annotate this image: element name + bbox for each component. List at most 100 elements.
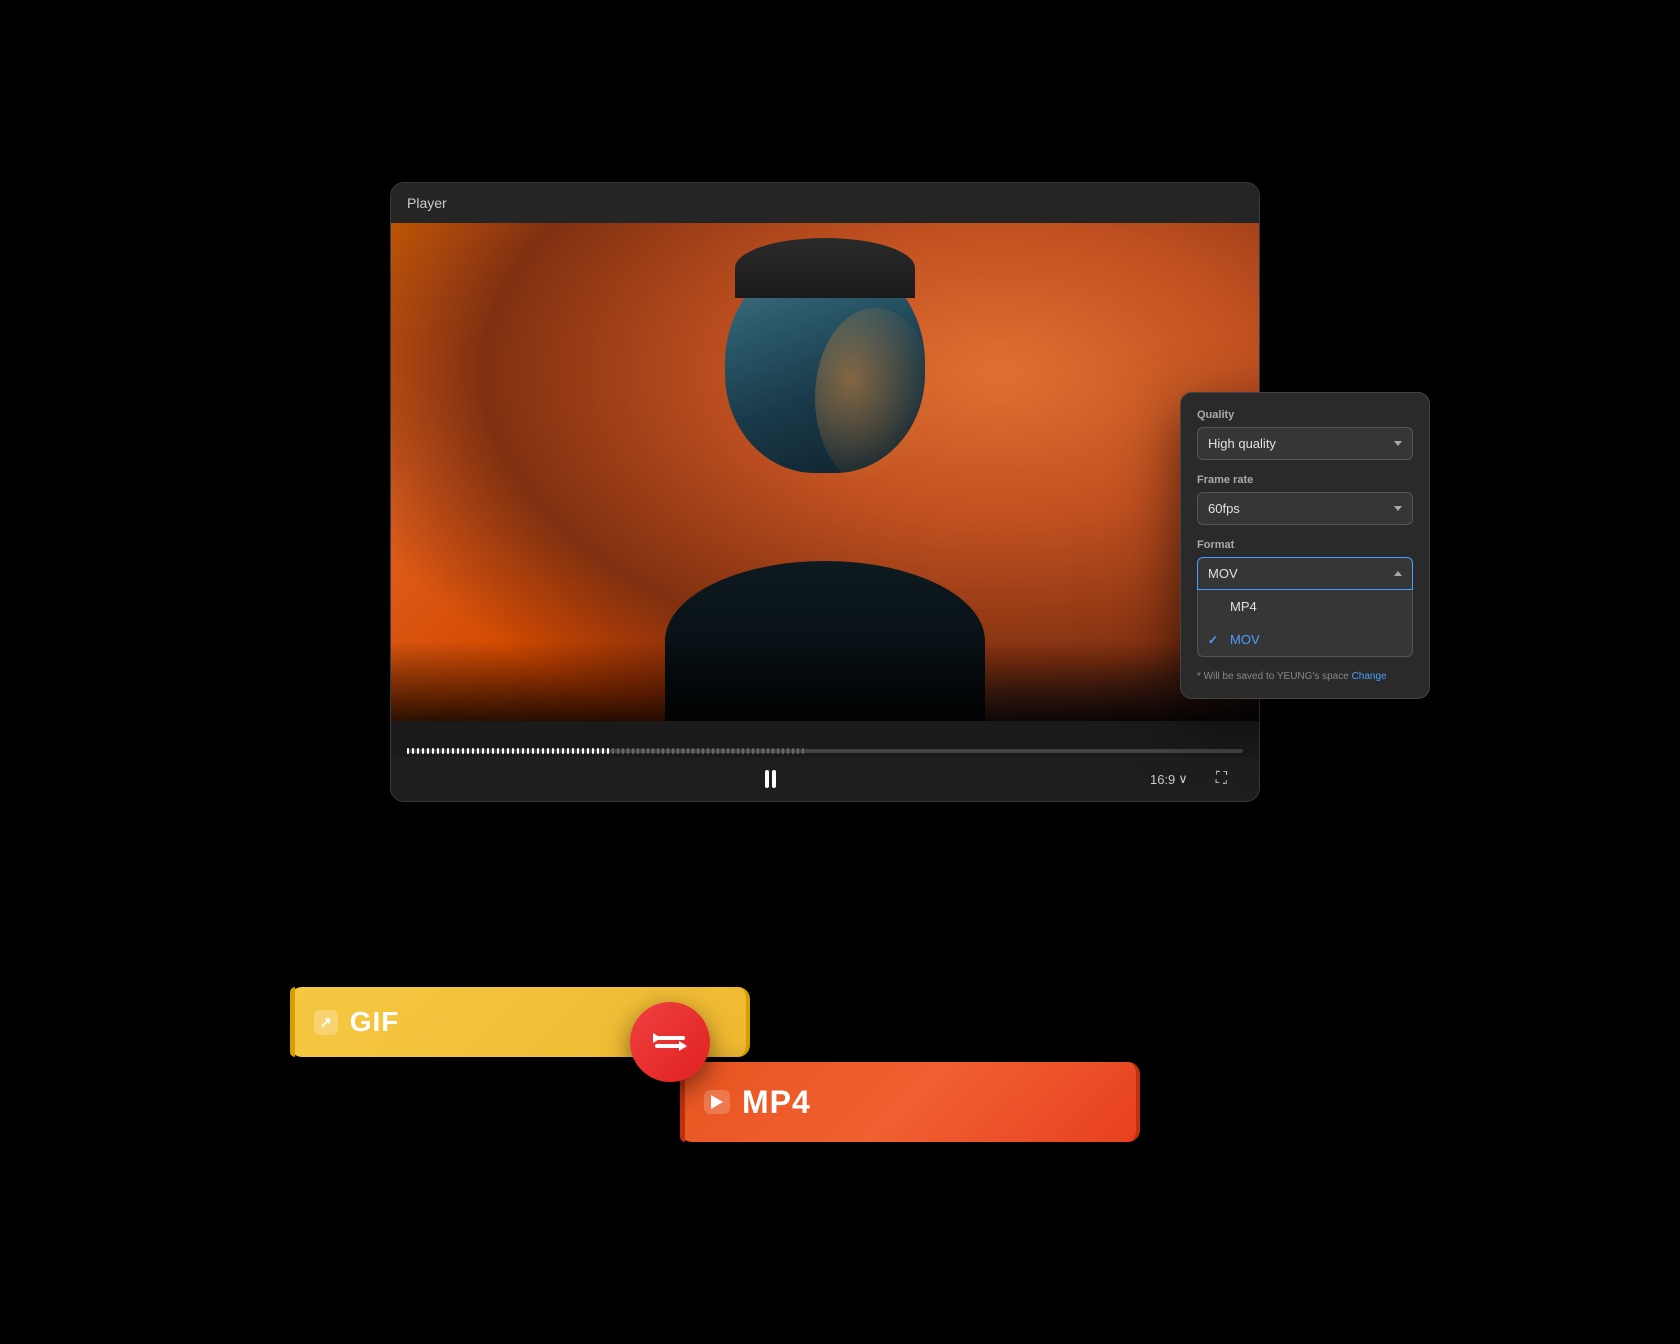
frame-rate-value: 60fps: [1208, 501, 1240, 516]
timeline-tick: [802, 748, 804, 754]
convert-button[interactable]: [630, 1002, 710, 1082]
timeline-tick: [422, 748, 424, 754]
mp4-play-icon: [711, 1095, 723, 1109]
quality-dropdown[interactable]: High quality: [1197, 427, 1413, 460]
save-notice: * Will be saved to YEUNG's space Change: [1197, 671, 1413, 682]
frame-rate-dropdown[interactable]: 60fps: [1197, 492, 1413, 525]
timeline-tick: [437, 748, 439, 754]
convert-arrows-icon: [655, 1036, 685, 1048]
timeline-tick: [707, 748, 709, 754]
timeline-tick: [532, 748, 534, 754]
timeline-tick: [777, 748, 779, 754]
aspect-ratio-label: 16:9: [1150, 772, 1175, 787]
mp4-option-label: MP4: [1230, 599, 1257, 614]
timeline-tick: [567, 748, 569, 754]
timeline-tick: [747, 748, 749, 754]
timeline-tick: [487, 748, 489, 754]
format-dropdown[interactable]: MOV: [1197, 557, 1413, 590]
timeline-tick: [757, 748, 759, 754]
timeline-tick: [552, 748, 554, 754]
gif-arrow-icon: ↗: [320, 1014, 332, 1031]
timeline-tick: [622, 748, 624, 754]
pause-button[interactable]: [756, 765, 784, 793]
timeline-tick: [632, 748, 634, 754]
timeline-tick: [662, 748, 664, 754]
frame-rate-label: Frame rate: [1197, 474, 1413, 486]
timeline-tick: [407, 748, 409, 754]
change-link[interactable]: Change: [1352, 671, 1387, 682]
quality-chevron-icon: [1394, 441, 1402, 446]
aspect-ratio-button[interactable]: 16:9 ∨: [1150, 771, 1188, 787]
timeline-tick: [627, 748, 629, 754]
mov-check-icon: ✓: [1208, 633, 1222, 647]
timeline-tick: [412, 748, 414, 754]
timeline-tick: [512, 748, 514, 754]
timeline-tick: [752, 748, 754, 754]
mp4-button[interactable]: MP4: [680, 1062, 1140, 1142]
timeline-tick: [582, 748, 584, 754]
format-option-mp4[interactable]: MP4: [1198, 590, 1412, 623]
timeline-tick: [492, 748, 494, 754]
timeline-tick: [782, 748, 784, 754]
timeline-tick: [572, 748, 574, 754]
timeline-tick: [562, 748, 564, 754]
timeline-tick: [657, 748, 659, 754]
gif-icon-box: ↗: [314, 1010, 338, 1035]
timeline-tick: [692, 748, 694, 754]
timeline-tick: [482, 748, 484, 754]
player-controls: 16:9 ∨ ⛶: [391, 757, 1259, 801]
quality-value: High quality: [1208, 436, 1276, 451]
fullscreen-button[interactable]: ⛶: [1216, 770, 1227, 788]
timeline-bar[interactable]: [407, 749, 1243, 753]
gif-label: GIF: [350, 1006, 400, 1038]
face-highlight: [815, 308, 935, 488]
timeline-tick: [717, 748, 719, 754]
timeline-tick: [467, 748, 469, 754]
timeline-tick: [722, 748, 724, 754]
timeline-tick: [732, 748, 734, 754]
timeline-tick: [677, 748, 679, 754]
timeline-markers: [407, 749, 1243, 753]
format-chevron-icon: [1394, 571, 1402, 576]
timeline-tick: [607, 748, 609, 754]
timeline-tick: [767, 748, 769, 754]
video-background: [391, 223, 1259, 721]
quality-label: Quality: [1197, 409, 1413, 421]
timeline-tick: [517, 748, 519, 754]
timeline-tick: [672, 748, 674, 754]
format-option-mov[interactable]: ✓ MOV: [1198, 623, 1412, 656]
format-value: MOV: [1208, 566, 1238, 581]
timeline-tick: [642, 748, 644, 754]
video-bottom-shadow: [391, 641, 1259, 721]
timeline-tick: [587, 748, 589, 754]
arrow-right-icon: [655, 1044, 685, 1048]
timeline-tick: [727, 748, 729, 754]
timeline-tick: [792, 748, 794, 754]
timeline-tick: [522, 748, 524, 754]
pause-bar-right: [772, 770, 776, 788]
timeline-tick: [597, 748, 599, 754]
format-label: Format: [1197, 539, 1413, 551]
timeline-tick: [602, 748, 604, 754]
timeline-tick: [432, 748, 434, 754]
timeline-tick: [637, 748, 639, 754]
mov-option-label: MOV: [1230, 632, 1260, 647]
timeline-tick: [797, 748, 799, 754]
mp4-icon-box: [704, 1090, 730, 1114]
timeline-tick: [447, 748, 449, 754]
timeline-tick: [527, 748, 529, 754]
timeline-tick: [427, 748, 429, 754]
timeline-tick: [742, 748, 744, 754]
timeline-tick: [507, 748, 509, 754]
timeline-tick: [787, 748, 789, 754]
timeline-tick: [712, 748, 714, 754]
timeline-tick: [577, 748, 579, 754]
timeline-tick: [557, 748, 559, 754]
fullscreen-icon: ⛶: [1216, 770, 1227, 787]
timeline-tick: [592, 748, 594, 754]
timeline-tick: [612, 748, 614, 754]
timeline-tick: [617, 748, 619, 754]
pause-icon: [765, 770, 776, 788]
video-area: [391, 223, 1259, 721]
timeline-tick: [702, 748, 704, 754]
